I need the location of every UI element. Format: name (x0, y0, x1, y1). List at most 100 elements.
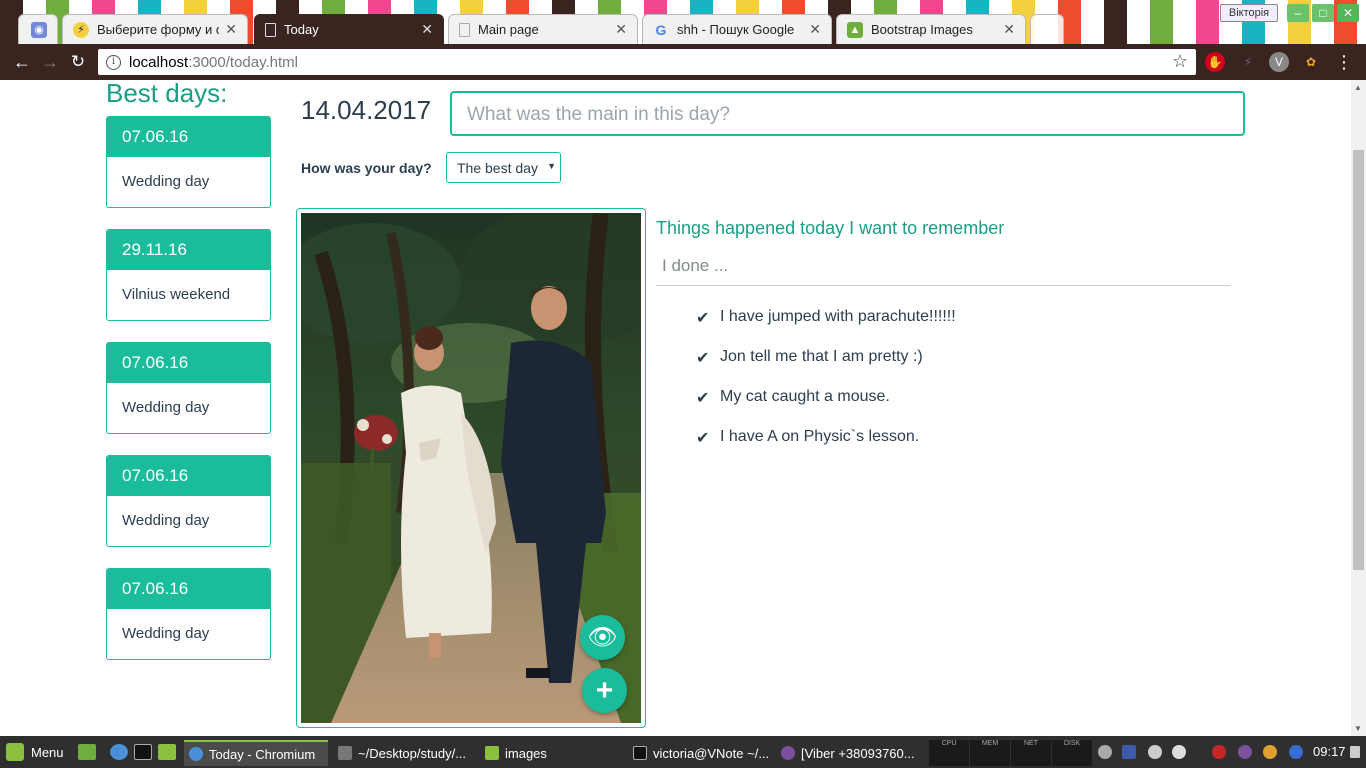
list-item: ✔ Jon tell me that I am pretty :) (696, 348, 956, 388)
user-icon[interactable] (1098, 745, 1112, 759)
check-icon: ✔ (696, 310, 710, 327)
chromium-icon (189, 747, 203, 761)
shield-tray-icon[interactable] (1212, 745, 1226, 759)
taskbar-item-viber[interactable]: [Viber +38093760... (776, 740, 918, 766)
best-day-card[interactable]: 07.06.16 Wedding day (106, 342, 271, 434)
updates-tray-icon[interactable] (1263, 745, 1277, 759)
url-path: :3000/today.html (188, 53, 298, 71)
tab-strip: ◉ ⚡ Выберите форму и об ✕ Today ✕ Main p… (0, 14, 1366, 44)
tab-form[interactable]: ⚡ Выберите форму и об ✕ (62, 14, 248, 44)
taskbar-item-chromium[interactable]: Today - Chromium (184, 740, 328, 766)
thing-text: My cat caught a mouse. (720, 388, 890, 405)
editor-icon (338, 746, 352, 760)
tab-label: Main page (478, 22, 539, 37)
best-day-date: 07.06.16 (107, 456, 270, 496)
day-photo-frame: 👁 + (296, 208, 646, 728)
address-bar[interactable]: i localhost:3000/today.html ☆ (98, 49, 1196, 75)
best-day-name: Wedding day (122, 625, 210, 642)
document-icon (459, 22, 470, 37)
browser-titlebar: Вікторія ‒ □ ✕ ◉ ⚡ Выберите форму и об ✕… (0, 0, 1366, 44)
things-input[interactable]: I done ... (656, 252, 1231, 286)
scroll-down-icon[interactable]: ▼ (1354, 724, 1362, 733)
terminal-launcher-icon[interactable] (134, 744, 152, 760)
start-menu-button[interactable]: Menu (6, 743, 64, 761)
reload-button[interactable]: ↻ (67, 51, 89, 73)
bookmark-star-icon[interactable]: ☆ (1172, 51, 1188, 72)
taskbar-item-label: images (505, 745, 547, 761)
close-tab-icon[interactable]: ✕ (225, 21, 237, 38)
close-tab-icon[interactable]: ✕ (615, 21, 627, 38)
check-icon: ✔ (696, 390, 710, 407)
best-day-date: 29.11.16 (107, 230, 270, 270)
thing-text: I have A on Physic`s lesson. (720, 428, 920, 445)
browser-toolbar: ← → ↻ i localhost:3000/today.html ☆ ✋ ⚡ … (0, 44, 1366, 80)
new-tab-button[interactable] (1030, 14, 1064, 44)
files-launcher-icon[interactable] (158, 744, 176, 760)
tab-today[interactable]: Today ✕ (254, 14, 444, 44)
taskbar-item-label: ~/Desktop/study/... (358, 745, 467, 761)
viber-tray-icon[interactable] (1238, 745, 1252, 759)
paw-extension-icon[interactable]: ✿ (1301, 52, 1321, 72)
back-button[interactable]: ← (11, 51, 33, 73)
tab-google[interactable]: G shh - Пошук Google ✕ (642, 14, 832, 44)
mint-logo-icon (6, 743, 24, 761)
clock[interactable]: 09:17 (1313, 744, 1346, 759)
chromium-launcher-icon[interactable] (110, 744, 128, 760)
close-tab-icon[interactable]: ✕ (809, 21, 821, 38)
current-date: 14.04.2017 (301, 95, 432, 125)
keyboard-layout-flag-icon[interactable] (1122, 745, 1136, 759)
day-rating-value: The best day (457, 160, 538, 176)
main-event-input[interactable]: What was the main in this day? (450, 91, 1245, 136)
day-rating-select[interactable]: The best day ▼ (446, 152, 561, 183)
best-day-card[interactable]: 07.06.16 Wedding day (106, 116, 271, 208)
forward-button[interactable]: → (39, 51, 61, 73)
battery-icon[interactable] (1350, 746, 1360, 758)
close-tab-icon[interactable]: ✕ (1003, 21, 1015, 38)
thing-text: I have jumped with parachute!!!!!! (720, 308, 956, 325)
view-photo-button[interactable]: 👁 (580, 615, 625, 660)
day-rating-label: How was your day? (301, 160, 432, 176)
show-desktop-icon[interactable] (78, 744, 96, 760)
taskbar-item-label: victoria@VNote ~/... (653, 745, 770, 761)
taskbar-item-editor[interactable]: ~/Desktop/study/... (333, 740, 475, 766)
adblock-icon[interactable]: ✋ (1205, 52, 1225, 72)
add-photo-button[interactable]: + (582, 668, 627, 713)
taskbar-item-images[interactable]: images (480, 740, 622, 766)
check-icon: ✔ (696, 350, 710, 367)
shield-extension-icon[interactable]: V (1269, 52, 1289, 72)
list-item: ✔ My cat caught a mouse. (696, 388, 956, 428)
scrollbar-thumb[interactable] (1353, 150, 1364, 570)
tab-label: Bootstrap Images (871, 22, 973, 37)
lightning-extension-icon[interactable]: ⚡ (1238, 52, 1258, 72)
close-tab-icon[interactable]: ✕ (421, 21, 433, 38)
tab-label: Today (284, 22, 319, 37)
best-day-date: 07.06.16 (107, 343, 270, 383)
cpu-monitor: CPU (929, 740, 969, 766)
list-item: ✔ I have jumped with parachute!!!!!! (696, 308, 956, 348)
lightning-icon: ⚡ (73, 21, 89, 38)
best-day-card[interactable]: 07.06.16 Wedding day (106, 455, 271, 547)
tab-main-page[interactable]: Main page ✕ (448, 14, 638, 44)
tab-bootstrap-images[interactable]: ▲ Bootstrap Images ✕ (836, 14, 1026, 44)
os-taskbar: Menu Today - Chromium ~/Desktop/study/..… (0, 736, 1366, 768)
menu-dots-icon[interactable]: ⋮ (1333, 51, 1355, 73)
folder-icon (485, 746, 499, 760)
start-menu-label: Menu (31, 744, 64, 760)
tab-label: shh - Пошук Google (677, 22, 795, 37)
tab-label: Выберите форму и об (97, 22, 220, 37)
scroll-up-icon[interactable]: ▲ (1354, 83, 1362, 92)
best-day-card[interactable]: 07.06.16 Wedding day (106, 568, 271, 660)
best-day-name: Wedding day (122, 399, 210, 416)
page-scrollbar[interactable]: ▲ ▼ (1351, 80, 1366, 736)
tab-discord[interactable]: ◉ (18, 14, 58, 44)
disk-monitor: DISK (1052, 740, 1092, 766)
wifi-icon[interactable] (1148, 745, 1162, 759)
best-day-card[interactable]: 29.11.16 Vilnius weekend (106, 229, 271, 321)
document-icon (265, 22, 276, 37)
thing-text: Jon tell me that I am pretty :) (720, 348, 923, 365)
taskbar-item-terminal[interactable]: victoria@VNote ~/... (628, 740, 770, 766)
taskbar-item-label: Today - Chromium (209, 746, 316, 762)
bluetooth-icon[interactable] (1289, 745, 1303, 759)
info-icon[interactable]: i (106, 54, 121, 70)
volume-icon[interactable] (1172, 745, 1186, 759)
